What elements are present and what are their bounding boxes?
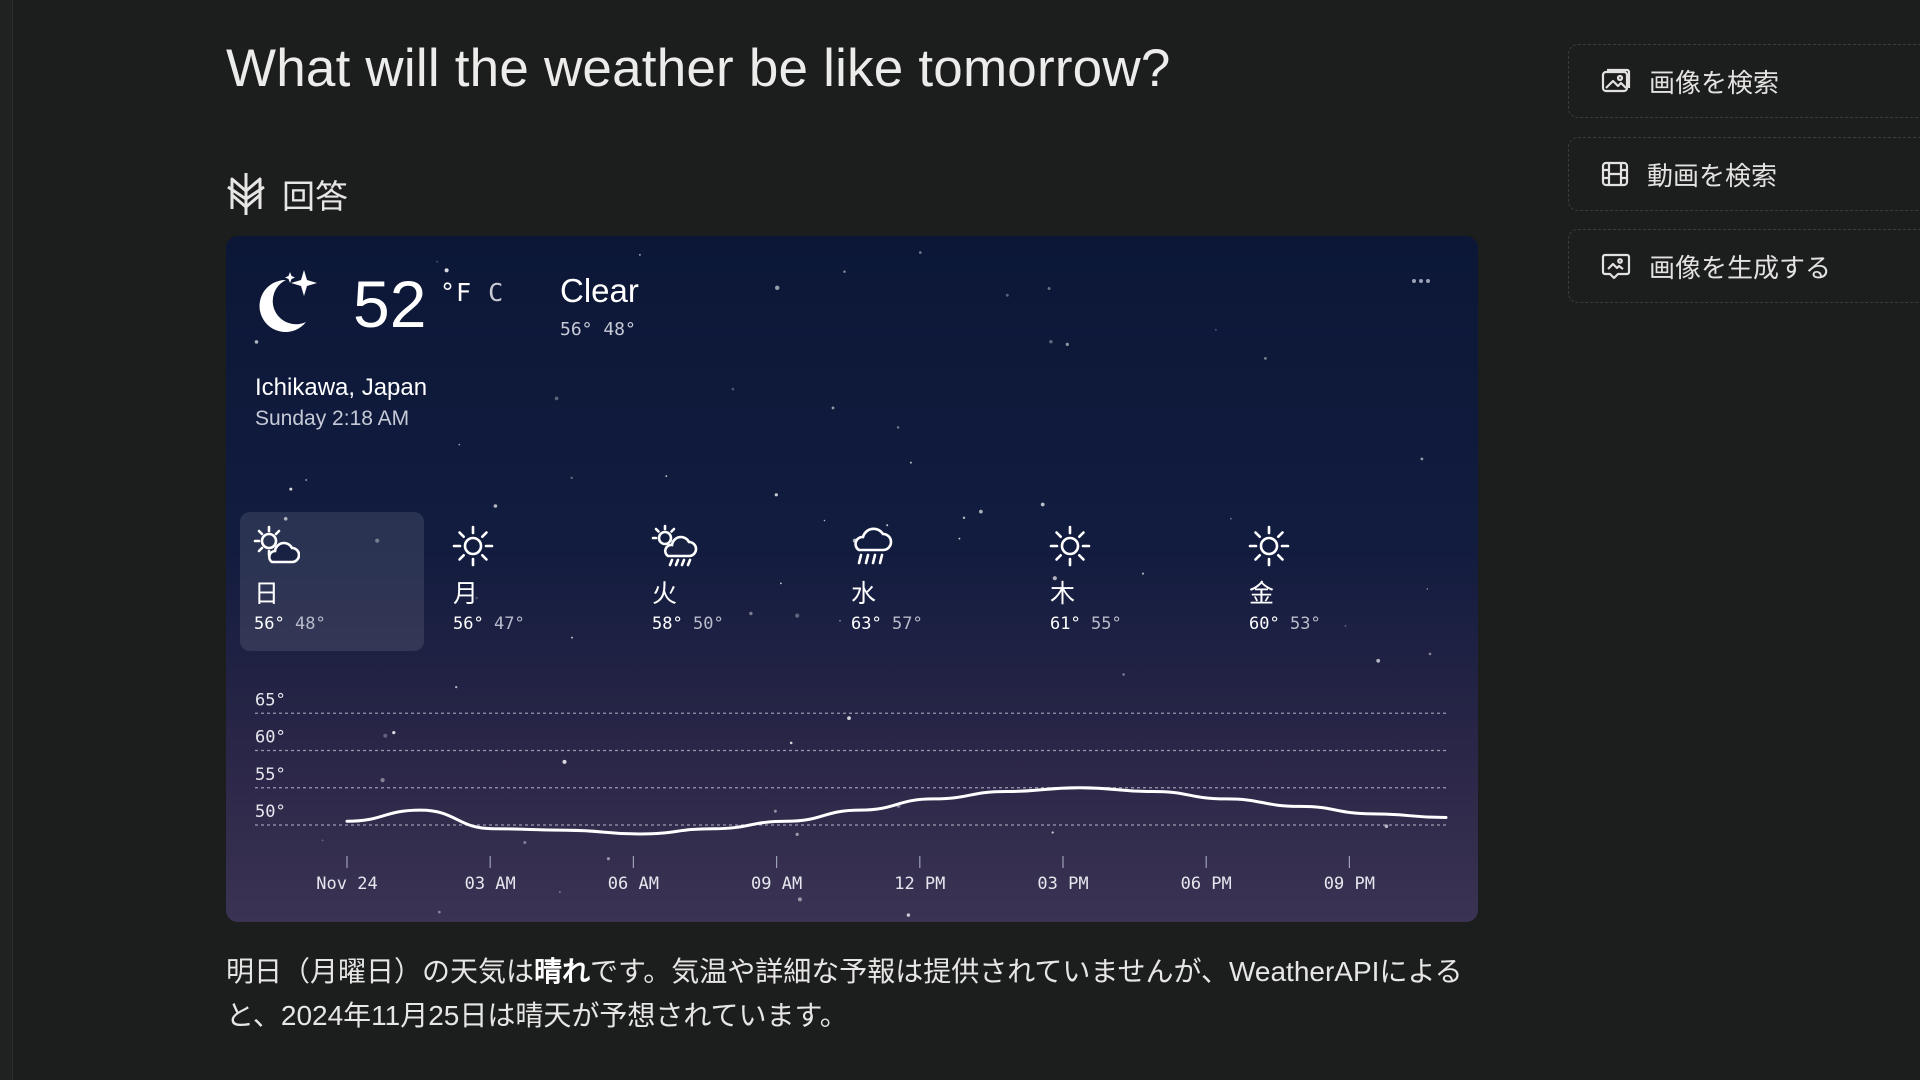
answer-part-1: 明日（月曜日）の天気は — [226, 956, 535, 987]
answer-bold: 晴れ — [534, 956, 591, 987]
y-tick-label: 60° — [255, 728, 286, 748]
answer-text: 明日（月曜日）の天気は晴れです。気温や詳細な予報は提供されていませんが、Weat… — [226, 950, 1496, 1038]
generate-image-button[interactable]: 画像を生成する — [1568, 229, 1920, 303]
x-tick-label: 09 PM — [1324, 874, 1375, 894]
x-tick-label: 03 AM — [465, 874, 516, 894]
question-title: What will the weather be like tomorrow? — [226, 39, 1171, 98]
x-tick-label: 06 AM — [608, 874, 659, 894]
search-images-button[interactable]: 画像を検索 — [1568, 44, 1920, 118]
answer-icon — [227, 173, 265, 215]
search-videos-button[interactable]: 動画を検索 — [1568, 137, 1920, 211]
x-tick-label: Nov 24 — [316, 874, 377, 894]
left-rail — [0, 0, 13, 1080]
answer-header: 回答 — [226, 168, 348, 220]
search-videos-label: 動画を検索 — [1647, 160, 1778, 191]
y-tick-label: 55° — [255, 765, 286, 785]
y-tick-label: 65° — [255, 690, 286, 710]
film-icon — [1601, 161, 1629, 187]
generate-image-label: 画像を生成する — [1649, 252, 1832, 283]
answer-label: 回答 — [282, 178, 348, 215]
x-tick-label: 09 AM — [751, 874, 802, 894]
image-generate-icon — [1601, 253, 1631, 280]
image-icon — [1601, 68, 1631, 93]
x-tick-label: 03 PM — [1037, 874, 1088, 894]
hourly-temperature-chart: 65° 60° 55° 50° Nov 24 03 AM 06 AM 09 AM 12 PM 03… — [255, 690, 1448, 894]
x-tick-label: 06 PM — [1181, 874, 1232, 894]
weather-card: 52 °F C Clear 56° 48° Ichikawa, Japan Su… — [226, 236, 1478, 922]
x-tick-label: 12 PM — [894, 874, 945, 894]
y-tick-label: 50° — [255, 802, 286, 822]
search-images-label: 画像を検索 — [1649, 67, 1780, 98]
temperature-line — [345, 786, 1448, 836]
